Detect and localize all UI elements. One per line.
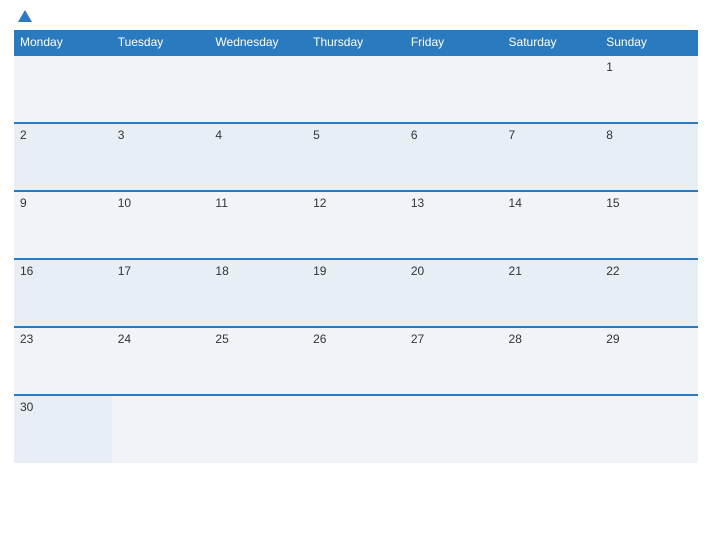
calendar-cell bbox=[503, 395, 601, 463]
day-number: 6 bbox=[411, 128, 418, 142]
calendar-cell: 24 bbox=[112, 327, 210, 395]
calendar-table: MondayTuesdayWednesdayThursdayFridaySatu… bbox=[14, 30, 698, 463]
week-row-3: 9 10 11 12 13 14 15 bbox=[14, 191, 698, 259]
week-row-5: 23 24 25 26 27 28 29 bbox=[14, 327, 698, 395]
day-number: 2 bbox=[20, 128, 27, 142]
calendar-cell bbox=[307, 395, 405, 463]
calendar-cell: 12 bbox=[307, 191, 405, 259]
calendar-header bbox=[14, 10, 698, 22]
calendar-cell: 4 bbox=[209, 123, 307, 191]
day-number: 26 bbox=[313, 332, 326, 346]
calendar-cell: 1 bbox=[600, 55, 698, 123]
calendar-cell: 14 bbox=[503, 191, 601, 259]
day-number: 17 bbox=[118, 264, 131, 278]
day-number: 12 bbox=[313, 196, 326, 210]
week-row-4: 16 17 18 19 20 21 22 bbox=[14, 259, 698, 327]
calendar-cell: 19 bbox=[307, 259, 405, 327]
calendar-cell: 8 bbox=[600, 123, 698, 191]
day-number: 5 bbox=[313, 128, 320, 142]
weekday-sunday: Sunday bbox=[600, 30, 698, 55]
calendar-cell: 23 bbox=[14, 327, 112, 395]
day-number: 13 bbox=[411, 196, 424, 210]
weekday-monday: Monday bbox=[14, 30, 112, 55]
week-row-2: 2 3 4 5 6 7 8 bbox=[14, 123, 698, 191]
day-number: 18 bbox=[215, 264, 228, 278]
calendar-cell bbox=[209, 395, 307, 463]
logo-blue-text bbox=[14, 10, 32, 22]
calendar-cell: 15 bbox=[600, 191, 698, 259]
calendar-cell: 22 bbox=[600, 259, 698, 327]
day-number: 15 bbox=[606, 196, 619, 210]
calendar-cell: 17 bbox=[112, 259, 210, 327]
day-number: 19 bbox=[313, 264, 326, 278]
calendar-cell: 29 bbox=[600, 327, 698, 395]
calendar-page: MondayTuesdayWednesdayThursdayFridaySatu… bbox=[0, 0, 712, 550]
weekday-tuesday: Tuesday bbox=[112, 30, 210, 55]
calendar-cell: 10 bbox=[112, 191, 210, 259]
day-number: 3 bbox=[118, 128, 125, 142]
calendar-cell bbox=[405, 395, 503, 463]
day-number: 27 bbox=[411, 332, 424, 346]
day-number: 29 bbox=[606, 332, 619, 346]
day-number: 7 bbox=[509, 128, 516, 142]
day-number: 30 bbox=[20, 400, 33, 414]
calendar-cell bbox=[112, 395, 210, 463]
calendar-cell bbox=[600, 395, 698, 463]
logo-triangle-icon bbox=[18, 10, 32, 22]
calendar-cell: 6 bbox=[405, 123, 503, 191]
calendar-cell: 5 bbox=[307, 123, 405, 191]
weekday-saturday: Saturday bbox=[503, 30, 601, 55]
week-row-6: 30 bbox=[14, 395, 698, 463]
weekday-thursday: Thursday bbox=[307, 30, 405, 55]
calendar-cell: 28 bbox=[503, 327, 601, 395]
calendar-cell: 2 bbox=[14, 123, 112, 191]
day-number: 10 bbox=[118, 196, 131, 210]
week-row-1: 1 bbox=[14, 55, 698, 123]
logo bbox=[14, 10, 32, 22]
calendar-cell: 13 bbox=[405, 191, 503, 259]
day-number: 22 bbox=[606, 264, 619, 278]
calendar-cell bbox=[14, 55, 112, 123]
calendar-cell bbox=[307, 55, 405, 123]
day-number: 8 bbox=[606, 128, 613, 142]
day-number: 24 bbox=[118, 332, 131, 346]
calendar-cell bbox=[405, 55, 503, 123]
calendar-cell: 11 bbox=[209, 191, 307, 259]
weekday-header-row: MondayTuesdayWednesdayThursdayFridaySatu… bbox=[14, 30, 698, 55]
day-number: 20 bbox=[411, 264, 424, 278]
calendar-cell bbox=[209, 55, 307, 123]
day-number: 16 bbox=[20, 264, 33, 278]
day-number: 23 bbox=[20, 332, 33, 346]
day-number: 21 bbox=[509, 264, 522, 278]
weekday-friday: Friday bbox=[405, 30, 503, 55]
day-number: 25 bbox=[215, 332, 228, 346]
day-number: 11 bbox=[215, 196, 227, 210]
calendar-cell: 21 bbox=[503, 259, 601, 327]
weekday-wednesday: Wednesday bbox=[209, 30, 307, 55]
day-number: 1 bbox=[606, 60, 613, 74]
calendar-cell: 9 bbox=[14, 191, 112, 259]
calendar-cell: 16 bbox=[14, 259, 112, 327]
calendar-cell: 26 bbox=[307, 327, 405, 395]
calendar-cell: 7 bbox=[503, 123, 601, 191]
calendar-cell: 25 bbox=[209, 327, 307, 395]
day-number: 4 bbox=[215, 128, 222, 142]
day-number: 28 bbox=[509, 332, 522, 346]
calendar-cell: 30 bbox=[14, 395, 112, 463]
calendar-cell bbox=[112, 55, 210, 123]
day-number: 9 bbox=[20, 196, 27, 210]
calendar-cell: 18 bbox=[209, 259, 307, 327]
day-number: 14 bbox=[509, 196, 522, 210]
calendar-cell: 3 bbox=[112, 123, 210, 191]
calendar-cell: 20 bbox=[405, 259, 503, 327]
calendar-cell: 27 bbox=[405, 327, 503, 395]
calendar-cell bbox=[503, 55, 601, 123]
